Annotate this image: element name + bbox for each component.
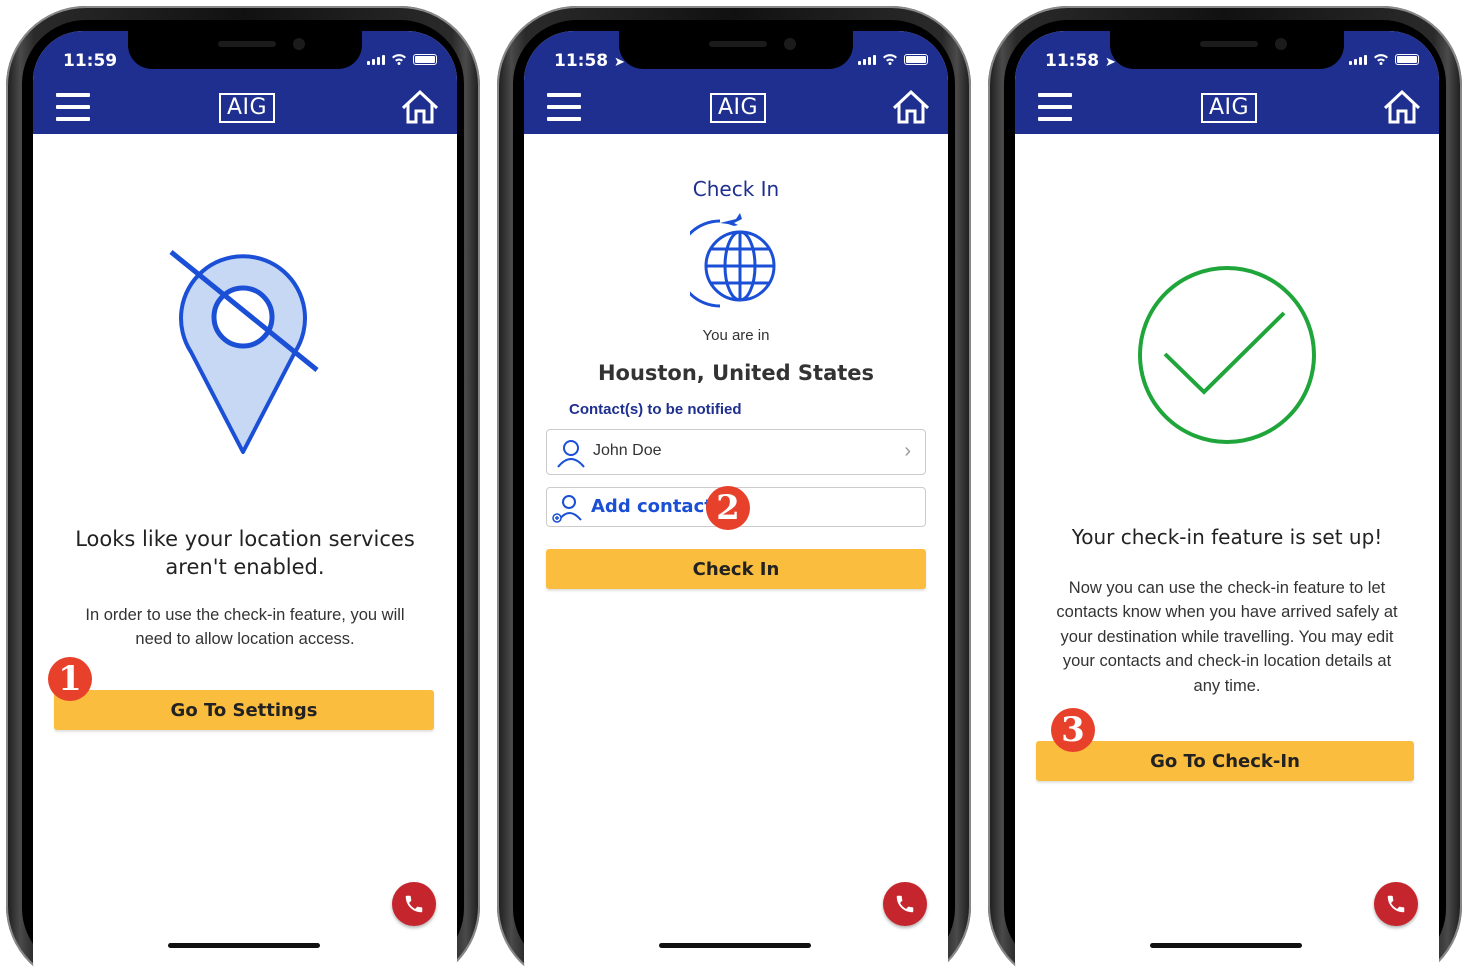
user-icon	[557, 440, 585, 468]
status-time: 11:58 ➤	[1045, 51, 1116, 71]
phone-frame-2: 11:58 ➤ AIG Check In You are in Houston,…	[497, 6, 971, 973]
checkmark-circle-icon	[1138, 266, 1316, 444]
aig-logo[interactable]: AIG	[1201, 93, 1257, 123]
app-header: 11:58 ➤ AIG	[1015, 31, 1439, 134]
hamburger-menu-icon[interactable]	[56, 93, 90, 121]
heading-line: Looks like your location services	[75, 527, 415, 551]
body-line: your contacts and check-in location deta…	[1062, 652, 1392, 671]
phone-icon	[896, 895, 914, 913]
screen-setup-complete: 11:58 ➤ AIG Your check-in feature is set…	[1015, 31, 1439, 973]
screen-location-disabled: 11:59 AIG Looks like your location servi…	[33, 31, 457, 973]
contact-name: John Doe	[593, 442, 662, 459]
aig-logo[interactable]: AIG	[219, 93, 275, 123]
wifi-icon	[392, 54, 406, 65]
heading-line: aren't enabled.	[165, 555, 325, 579]
app-header: 11:59 AIG	[33, 31, 457, 134]
location-off-icon	[169, 250, 319, 454]
screen-check-in: 11:58 ➤ AIG Check In You are in Houston,…	[524, 31, 948, 973]
battery-icon	[1395, 54, 1419, 65]
you-are-in-label: You are in	[702, 327, 770, 344]
home-indicator[interactable]	[659, 943, 811, 948]
go-to-check-in-button[interactable]: Go To Check-In	[1036, 741, 1414, 781]
location-arrow-icon: ➤	[614, 55, 625, 70]
location-body: In order to use the check-in feature, yo…	[33, 603, 457, 651]
go-to-settings-button[interactable]: Go To Settings	[54, 690, 434, 730]
step-badge-3: 3	[1051, 708, 1095, 752]
body-line: Now you can use the check-in feature to …	[1068, 579, 1386, 597]
body-line: contacts know when you have arrived safe…	[1056, 603, 1398, 622]
phone-frame-3: 11:58 ➤ AIG Your check-in feature is set…	[988, 6, 1462, 973]
status-icons	[858, 53, 928, 65]
location-heading: Looks like your location services aren't…	[33, 525, 457, 581]
phone-icon	[1387, 895, 1405, 913]
check-in-title: Check In	[692, 177, 780, 201]
body-line: your destination while travelling. You m…	[1060, 627, 1394, 646]
signal-icon	[858, 55, 876, 65]
setup-body: Now you can use the check-in feature to …	[1015, 576, 1439, 698]
add-user-icon	[552, 495, 582, 523]
current-location: Houston, United States	[597, 361, 875, 385]
signal-icon	[1349, 55, 1367, 65]
add-contact-label: Add contact	[591, 496, 713, 517]
body-line: any time.	[1193, 676, 1261, 695]
setup-heading: Your check-in feature is set up!	[1071, 525, 1383, 549]
battery-icon	[904, 54, 928, 65]
signal-icon	[367, 55, 385, 65]
status-icons	[367, 53, 437, 65]
call-button[interactable]	[392, 882, 436, 926]
phone-frame-1: 11:59 AIG Looks like your location servi…	[6, 6, 480, 973]
globe-plane-icon	[690, 213, 776, 308]
contacts-label: Contact(s) to be notified	[569, 401, 742, 418]
call-button[interactable]	[1374, 882, 1418, 926]
aig-logo[interactable]: AIG	[710, 93, 766, 123]
home-indicator[interactable]	[168, 943, 320, 948]
hamburger-menu-icon[interactable]	[547, 93, 581, 121]
body-line: In order to use the check-in feature, yo…	[85, 606, 405, 624]
step-badge-2: 2	[706, 486, 750, 530]
contact-row-john-doe[interactable]: John Doe ›	[546, 429, 926, 475]
home-icon[interactable]	[891, 89, 931, 125]
location-arrow-icon: ➤	[1105, 55, 1116, 70]
wifi-icon	[883, 54, 897, 65]
status-icons	[1349, 53, 1419, 65]
status-time: 11:59	[63, 51, 118, 71]
phone-icon	[405, 895, 423, 913]
home-icon[interactable]	[400, 89, 440, 125]
battery-icon	[413, 54, 437, 65]
check-in-button[interactable]: Check In	[546, 549, 926, 589]
chevron-right-icon: ›	[904, 440, 911, 462]
call-button[interactable]	[883, 882, 927, 926]
step-badge-1: 1	[48, 657, 92, 701]
hamburger-menu-icon[interactable]	[1038, 93, 1072, 121]
home-indicator[interactable]	[1150, 943, 1302, 948]
home-icon[interactable]	[1382, 89, 1422, 125]
app-header: 11:58 ➤ AIG	[524, 31, 948, 134]
status-time: 11:58 ➤	[554, 51, 625, 71]
wifi-icon	[1374, 54, 1388, 65]
body-line: need to allow location access.	[135, 630, 355, 648]
